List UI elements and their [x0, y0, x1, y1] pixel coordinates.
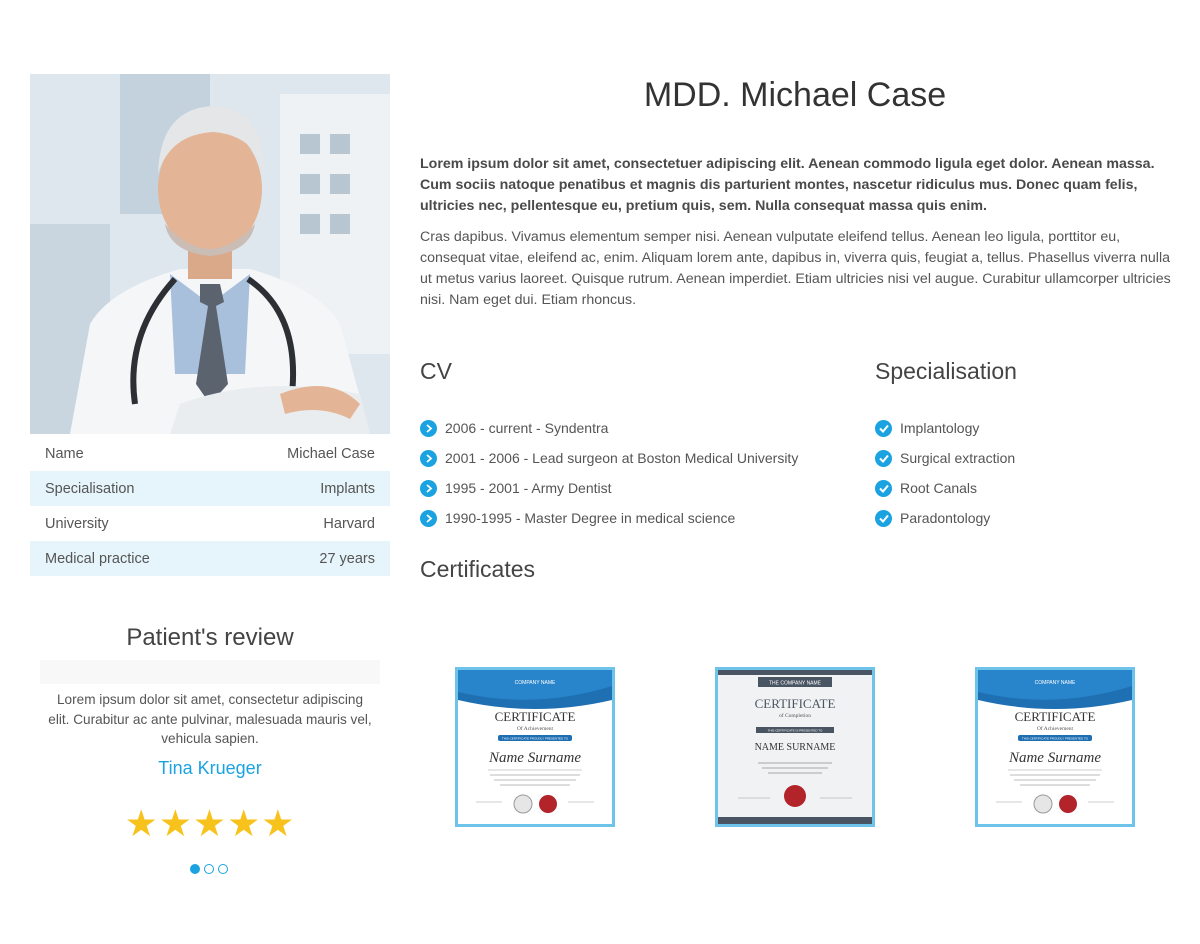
cv-item: 1995 - 2001 - Army Dentist: [420, 473, 798, 503]
certificates-title: Certificates: [420, 556, 536, 582]
check-circle-icon: [875, 449, 892, 467]
carousel-dots: [190, 864, 228, 874]
doctor-info-table: Name Michael Case Specialisation Implant…: [30, 436, 390, 576]
intro-body-text: Cras dapibus. Vivamus elementum semper n…: [420, 229, 1171, 308]
specialisation-item: Paradontology: [875, 503, 1015, 533]
info-value: Harvard: [323, 515, 375, 532]
cert-ribbon: THIS CERTIFICATE PROUDLY PRESENTED TO: [1022, 737, 1089, 741]
intro-bold-text: Lorem ipsum dolor sit amet, consectetuer…: [420, 156, 1155, 214]
certificate-thumbnail[interactable]: COMPANY NAME CERTIFICATE Of Achievement …: [455, 667, 615, 827]
cv-item-text: 1990-1995 - Master Degree in medical sci…: [445, 510, 736, 526]
info-value: Michael Case: [287, 445, 375, 462]
rating-stars: ★★★★★: [124, 803, 296, 844]
chevron-right-icon: [420, 419, 437, 437]
info-row-name: Name Michael Case: [30, 436, 390, 471]
specialisation-item: Implantology: [875, 413, 1015, 443]
check-circle-icon: [875, 479, 892, 497]
cert-subtitle: Of Achievement: [1037, 725, 1074, 732]
carousel-dot-3[interactable]: [218, 864, 228, 874]
doctor-photo: [30, 74, 390, 434]
specialisation-title: Specialisation: [875, 358, 1017, 384]
cert-name: Name Surname: [1008, 750, 1101, 766]
review-text: Lorem ipsum dolor sit amet, consectetur …: [48, 692, 372, 746]
cert-company: COMPANY NAME: [1035, 680, 1076, 686]
cv-item: 2001 - 2006 - Lead surgeon at Boston Med…: [420, 443, 798, 473]
cv-item-text: 2001 - 2006 - Lead surgeon at Boston Med…: [445, 450, 799, 466]
cert-ribbon: THIS CERTIFICATE PROUDLY PRESENTED TO: [502, 737, 569, 741]
info-label: Medical practice: [45, 550, 150, 567]
specialisation-item-text: Surgical extraction: [900, 450, 1016, 466]
cert-ribbon: THIS CERTIFICATE IS PRESENTED TO: [768, 729, 823, 733]
cert-name: Name Surname: [488, 750, 581, 766]
info-label: Specialisation: [45, 480, 135, 497]
specialisation-item: Root Canals: [875, 473, 1015, 503]
certificate-thumbnail[interactable]: THE COMPANY NAME CERTIFICATE of Completi…: [715, 667, 875, 827]
chevron-right-icon: [420, 509, 437, 527]
check-circle-icon: [875, 419, 892, 437]
info-value: 27 years: [319, 550, 375, 567]
cert-title: CERTIFICATE: [495, 709, 576, 724]
specialisation-item-text: Implantology: [900, 420, 980, 436]
cv-title: CV: [420, 358, 452, 384]
cv-list: 2006 - current - Syndentra 2001 - 2006 -…: [420, 413, 798, 533]
review-divider: [40, 660, 380, 684]
info-value: Implants: [320, 480, 375, 497]
review-title: Patient's review: [126, 624, 294, 651]
cv-item: 2006 - current - Syndentra: [420, 413, 798, 443]
cert-title: CERTIFICATE: [1015, 709, 1096, 724]
specialisation-item-text: Root Canals: [900, 480, 978, 496]
specialisation-item-text: Paradontology: [900, 510, 991, 526]
page-title: MDD. Michael Case: [643, 76, 947, 114]
cert-subtitle: Of Achievement: [517, 725, 554, 732]
cert-subtitle: of Completion: [779, 712, 811, 719]
review-author: Tina Krueger: [158, 758, 262, 778]
chevron-right-icon: [420, 479, 437, 497]
specialisation-item: Surgical extraction: [875, 443, 1015, 473]
specialisation-list: Implantology Surgical extraction Root Ca…: [875, 413, 1015, 533]
carousel-dot-2[interactable]: [204, 864, 214, 874]
info-label: University: [45, 515, 109, 532]
check-circle-icon: [875, 509, 892, 527]
info-row-university: University Harvard: [30, 506, 390, 541]
cv-item: 1990-1995 - Master Degree in medical sci…: [420, 503, 798, 533]
carousel-dot-1[interactable]: [190, 864, 200, 874]
info-row-specialisation: Specialisation Implants: [30, 471, 390, 506]
cv-item-text: 1995 - 2001 - Army Dentist: [445, 480, 612, 496]
cert-company: COMPANY NAME: [515, 680, 556, 686]
cert-title: CERTIFICATE: [755, 696, 836, 711]
info-label: Name: [45, 445, 84, 462]
certificate-thumbnail[interactable]: COMPANY NAME CERTIFICATE Of Achievement …: [975, 667, 1135, 827]
cert-company: THE COMPANY NAME: [769, 681, 822, 687]
cert-name: NAME SURNAME: [755, 742, 836, 753]
chevron-right-icon: [420, 449, 437, 467]
cv-item-text: 2006 - current - Syndentra: [445, 420, 609, 436]
info-row-medical-practice: Medical practice 27 years: [30, 541, 390, 576]
